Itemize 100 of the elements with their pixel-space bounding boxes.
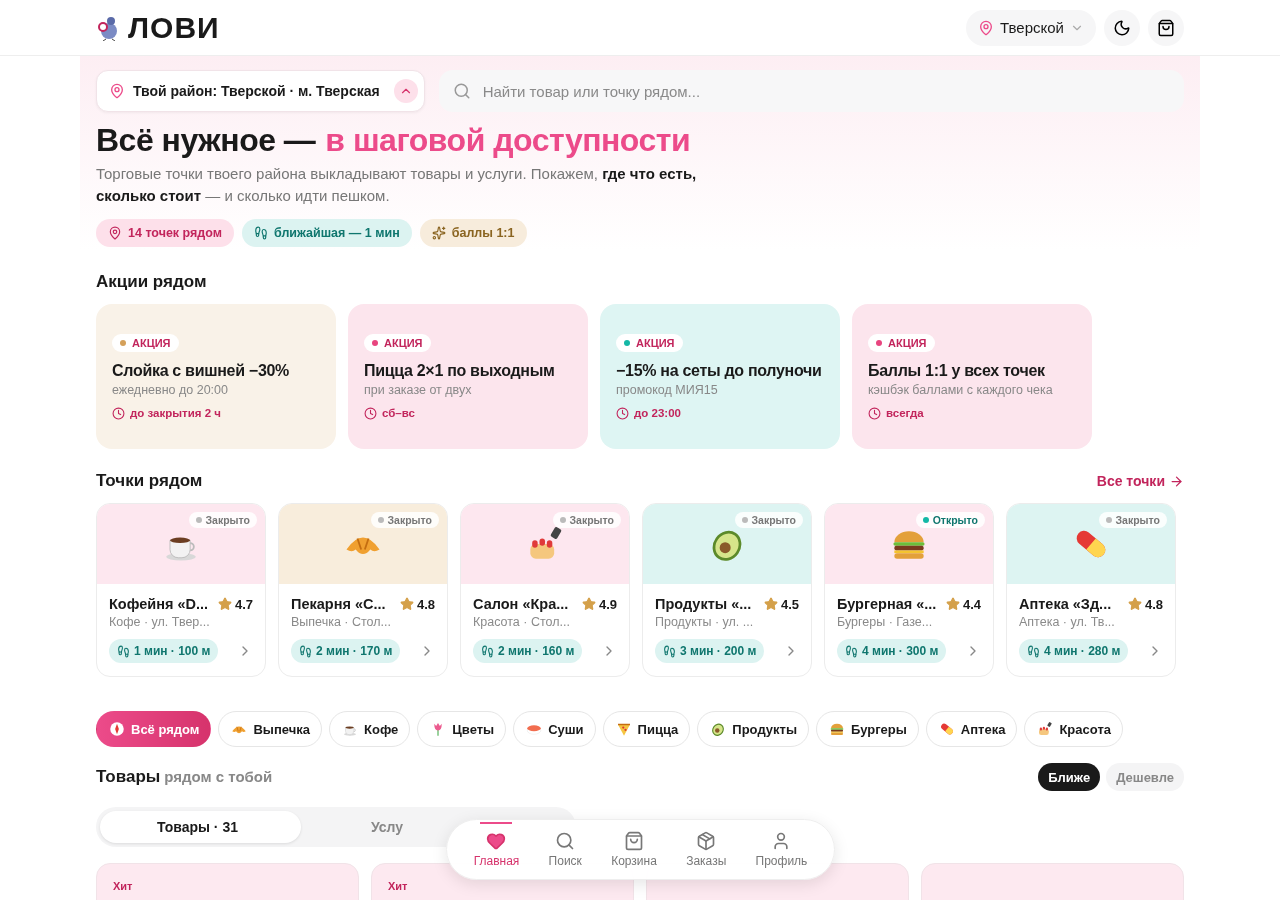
promo-subtitle: при заказе от двух: [364, 382, 473, 397]
walk-time: 4 мин · 280 м: [1019, 639, 1129, 663]
promo-card[interactable]: АКЦИЯ −15% на сеты до полуночи промокод МИЯ15 до 23:00: [600, 304, 840, 449]
bag-icon: [624, 831, 644, 851]
rating: 4.8: [1127, 596, 1163, 612]
info-chip: ближайшая — 1 мин: [242, 219, 412, 247]
place-card[interactable]: Закрыто Салон «Кра... 4.9 Красота · Стол... 2 мин · 160 м: [460, 503, 630, 677]
star-icon: [1127, 597, 1142, 611]
sparkles-icon: [431, 226, 446, 240]
place-name: Пекарня «С...: [291, 596, 386, 612]
place-meta: Красота · Стол...: [473, 615, 571, 629]
place-name: Салон «Кра...: [473, 596, 569, 612]
hit-label: Хит: [113, 880, 133, 892]
category-chip[interactable]: Суши: [513, 711, 596, 747]
place-name: Продукты «...: [655, 596, 752, 612]
all-points-link[interactable]: Все точки: [1096, 473, 1184, 489]
star-icon: [945, 597, 960, 611]
footprints-icon: [1027, 644, 1040, 658]
place-card[interactable]: Закрыто Пекарня «С... 4.8 Выпечка · Стол... 2 мин · 170 м: [278, 503, 448, 677]
status-badge: Закрыто: [1098, 512, 1167, 528]
pin-icon: [108, 226, 122, 240]
promo-time: до закрытия 2 ч: [112, 406, 320, 420]
nav-item[interactable]: Профиль: [751, 823, 812, 876]
promo-card[interactable]: АКЦИЯ Пицца 2×1 по выходным при заказе от двух сб–вс: [348, 304, 588, 449]
clock-icon: [112, 406, 125, 420]
compass-icon: [108, 720, 126, 738]
dark-mode-button[interactable]: [1104, 9, 1140, 46]
pigeon-logo-icon: [96, 14, 120, 41]
promo-title: Слойка с вишней −30%: [112, 360, 291, 381]
category-chip[interactable]: Продукты: [697, 711, 809, 747]
category-chip[interactable]: Красота: [1024, 711, 1123, 747]
place-meta: Бургеры · Газе...: [837, 615, 934, 629]
place-name: Кофейня «D...: [109, 596, 209, 612]
pin-icon: [978, 19, 995, 36]
walk-time: 1 мин · 100 м: [109, 639, 219, 663]
category-chip[interactable]: Пицца: [602, 711, 691, 747]
status-badge: Открыто: [915, 512, 985, 528]
place-name: Бургерная «...: [837, 596, 937, 612]
section-subtitle: рядом с тобой: [164, 768, 273, 785]
district-button[interactable]: Тверской: [966, 9, 1096, 46]
rating: 4.7: [217, 596, 253, 612]
section-title: Точки рядом: [96, 471, 203, 491]
category-chip[interactable]: Кофе: [329, 711, 411, 747]
promo-time: до 23:00: [616, 406, 824, 420]
rating: 4.4: [945, 596, 981, 612]
search-icon: [452, 82, 471, 100]
walk-time: 2 мин · 160 м: [473, 639, 583, 663]
promo-time: сб–вс: [364, 406, 572, 420]
sort-button[interactable]: Ближе: [1038, 763, 1101, 791]
arrow-right-icon: [1169, 473, 1184, 489]
heart-icon: [486, 831, 507, 851]
place-card[interactable]: Открыто Бургерная «... 4.4 Бургеры · Газе... 4 мин · 300 м: [824, 503, 994, 677]
promo-card[interactable]: АКЦИЯ Баллы 1:1 у всех точек кэшбэк баллами с каждого чека всегда: [852, 304, 1092, 449]
walk-time: 3 мин · 200 м: [655, 639, 765, 663]
cart-button[interactable]: [1148, 9, 1184, 46]
category-chip[interactable]: Цветы: [417, 711, 507, 747]
promo-badge: АКЦИЯ: [112, 333, 179, 352]
category-chip[interactable]: Аптека: [925, 711, 1018, 747]
walk-time: 4 мин · 300 м: [837, 639, 947, 663]
place-card[interactable]: Закрыто Кофейня «D... 4.7 Кофе · ул. Твер... 1 мин · 100 м: [96, 503, 266, 677]
status-badge: Закрыто: [734, 512, 803, 528]
category-chip[interactable]: Бургеры: [816, 711, 919, 747]
rating: 4.9: [581, 596, 617, 612]
district-picker[interactable]: Твой район: Тверской · м. Тверская: [96, 70, 425, 112]
category-chip[interactable]: Всё рядом: [96, 711, 212, 747]
footprints-icon: [845, 644, 858, 658]
clock-icon: [868, 406, 881, 420]
place-name: Аптека «Зд...: [1019, 596, 1112, 612]
logo[interactable]: ЛОВИ: [128, 10, 220, 45]
promo-badge: АКЦИЯ: [868, 333, 935, 352]
section-title: Акции рядом: [96, 272, 207, 292]
chevron-up-icon: [393, 79, 418, 103]
place-meta: Кофе · ул. Твер...: [109, 615, 211, 629]
promo-title: −15% на сеты до полуночи: [616, 360, 823, 381]
promo-subtitle: ежедневно до 20:00: [112, 382, 229, 397]
moon-icon: [1113, 18, 1131, 37]
place-card[interactable]: Закрыто Продукты «... 4.5 Продукты · ул. ... 3 мин · 200 м: [642, 503, 812, 677]
search-input[interactable]: Найти товар или точку рядом...: [480, 81, 1170, 101]
segment-tab[interactable]: Товары · 31: [100, 811, 301, 843]
hit-label: Хит: [388, 880, 408, 892]
search-field[interactable]: Найти товар или точку рядом...: [438, 70, 1184, 112]
status-badge: Закрыто: [188, 512, 257, 528]
info-chip: баллы 1:1: [419, 219, 527, 247]
hero-title: Всё нужное —: [96, 122, 316, 159]
category-chip[interactable]: Выпечка: [218, 711, 322, 747]
promo-card[interactable]: АКЦИЯ Слойка с вишней −30% ежедневно до 20:00 до закрытия 2 ч: [96, 304, 336, 449]
place-card[interactable]: Закрыто Аптека «Зд... 4.8 Аптека · ул. Тв... 4 мин · 280 м: [1006, 503, 1176, 677]
rating: 4.5: [763, 596, 799, 612]
clock-icon: [364, 406, 377, 420]
nav-item[interactable]: Заказы: [682, 823, 731, 876]
status-badge: Закрыто: [552, 512, 621, 528]
promo-time: всегда: [868, 406, 1076, 420]
rating: 4.8: [399, 596, 435, 612]
walk-time: 2 мин · 170 м: [291, 639, 401, 663]
promo-subtitle: промокод МИЯ15: [616, 382, 719, 397]
promo-badge: АКЦИЯ: [364, 333, 431, 352]
product-card[interactable]: Хит: [96, 863, 359, 900]
footprints-icon: [299, 644, 312, 658]
footprints-icon: [117, 644, 130, 658]
footprints-icon: [481, 644, 494, 658]
